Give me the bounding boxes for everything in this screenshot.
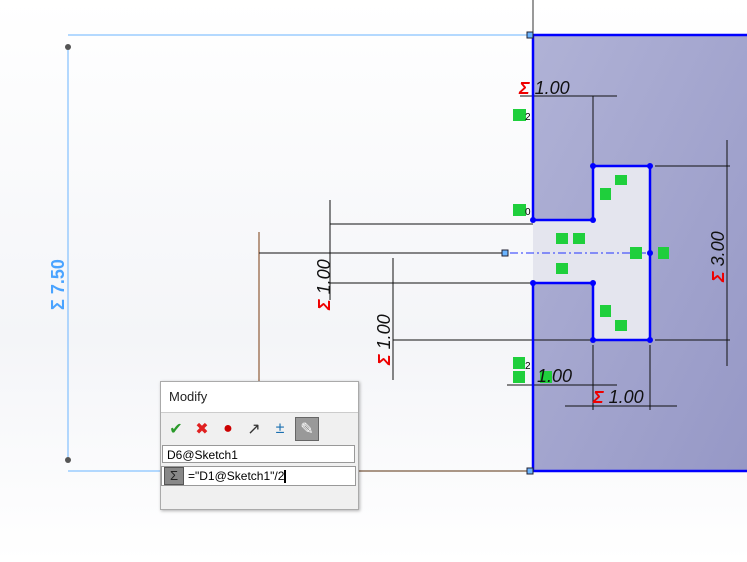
- equation-value[interactable]: ="D1@Sketch1"/2: [188, 469, 284, 483]
- slot-dimension-1-label[interactable]: Σ 1.00: [314, 259, 334, 311]
- equation-sigma-button[interactable]: Σ: [164, 467, 184, 485]
- rebuild-traffic-light-icon[interactable]: ●: [217, 418, 239, 440]
- svg-text:2: 2: [525, 361, 531, 372]
- ok-check-icon[interactable]: ✔: [165, 418, 187, 440]
- cancel-x-icon[interactable]: ✖: [191, 418, 213, 440]
- slot-dimension-2-label[interactable]: Σ 1.00: [374, 314, 394, 366]
- text-caret: [284, 469, 287, 483]
- mark-dimension-icon[interactable]: ✎: [295, 417, 319, 441]
- reverse-direction-icon[interactable]: ↗: [243, 418, 265, 440]
- top-width-label[interactable]: Σ 1.00: [518, 78, 570, 98]
- dimension-name-field[interactable]: D6@Sketch1: [162, 445, 355, 463]
- bottom-width-label[interactable]: Σ 1.00: [592, 387, 644, 407]
- svg-text:2: 2: [525, 112, 531, 123]
- modify-dialog: Modify ✔ ✖ ● ↗ ± ✎ D6@Sketch1 Σ ="D1@Ske…: [160, 381, 359, 510]
- dialog-toolbar: ✔ ✖ ● ↗ ± ✎: [161, 413, 358, 445]
- spin-increment-icon[interactable]: ±: [269, 418, 291, 440]
- tee-height-label[interactable]: Σ 3.00: [708, 231, 728, 283]
- dialog-title: Modify: [161, 382, 358, 413]
- bottom-left-label[interactable]: 1.00: [537, 366, 572, 386]
- overall-height-label[interactable]: Σ 7.50: [48, 259, 68, 310]
- equation-input[interactable]: Σ ="D1@Sketch1"/2: [161, 466, 356, 486]
- sketch-canvas[interactable]: Σ 7.50 2 0 2 Σ 1.00 Σ 1.00 Σ 1.00 Σ 3.00…: [0, 0, 747, 562]
- svg-text:0: 0: [525, 207, 531, 218]
- relation-subscripts: 2 0 2: [525, 112, 531, 372]
